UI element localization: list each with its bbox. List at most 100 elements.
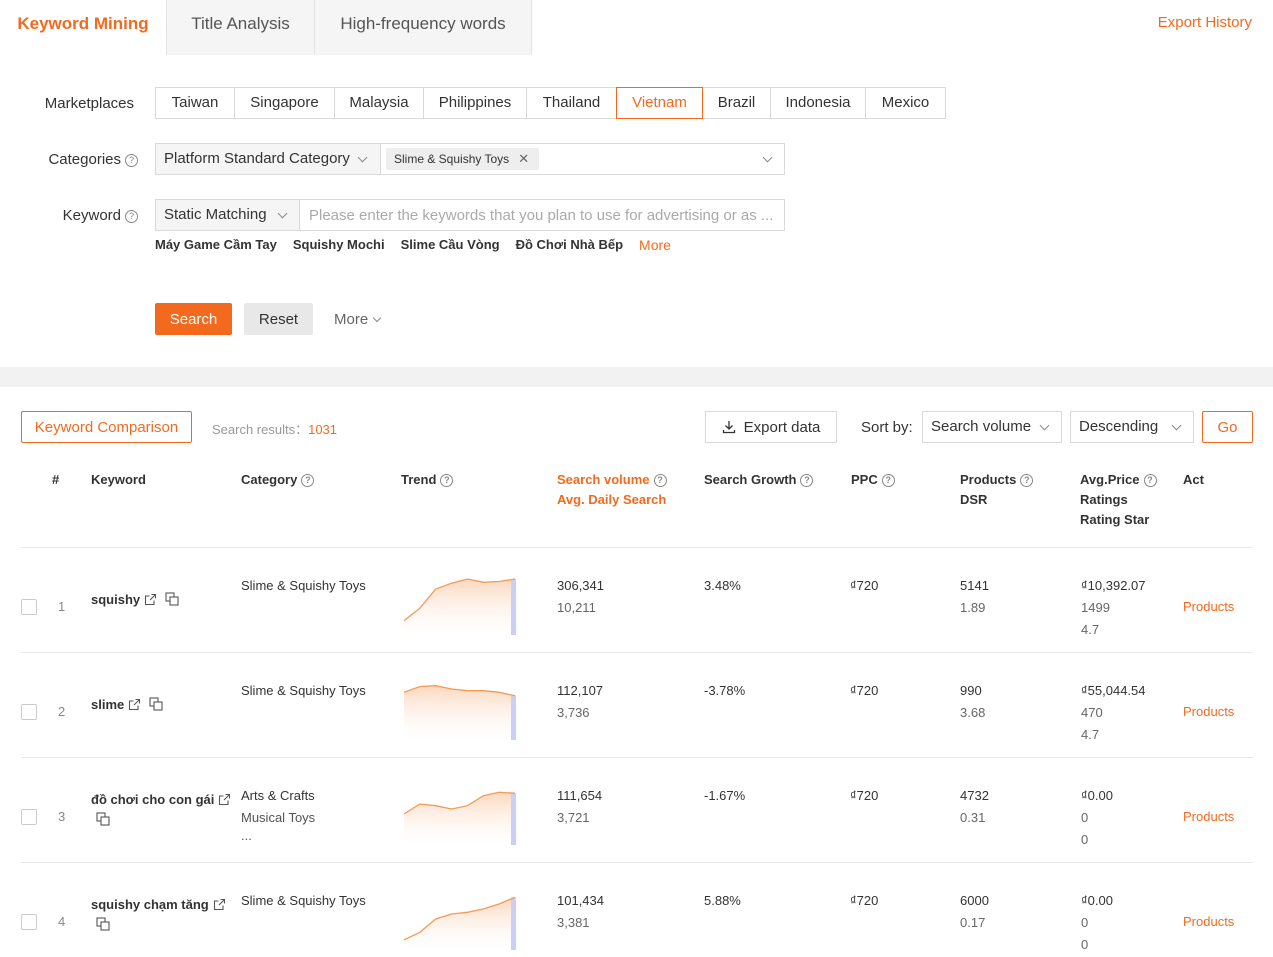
categories-label: Categories? xyxy=(0,151,138,168)
marketplace-mexico[interactable]: Mexico xyxy=(865,87,946,119)
trend-area xyxy=(404,897,515,950)
row-checkbox[interactable] xyxy=(21,809,37,825)
chevron-down-icon[interactable] xyxy=(762,152,773,163)
category-more[interactable]: ... xyxy=(241,829,315,843)
match-type-select[interactable]: Static Matching xyxy=(156,200,300,230)
suggestion-chip[interactable]: Slime Cầu Vòng xyxy=(401,237,500,253)
external-link-icon[interactable] xyxy=(128,698,141,711)
help-icon[interactable]: ? xyxy=(1143,474,1157,487)
col-avg-price[interactable]: Avg.Price? Ratings Rating Star xyxy=(1080,470,1157,530)
keyword-text: slime xyxy=(91,697,125,712)
keyword-comparison-button[interactable]: Keyword Comparison xyxy=(21,411,192,443)
products-link[interactable]: Products xyxy=(1183,599,1234,614)
search-volume-cell: 101,434 3,381 xyxy=(557,890,604,934)
marketplace-malaysia[interactable]: Malaysia xyxy=(334,87,424,119)
more-filters-toggle[interactable]: More xyxy=(334,311,382,328)
col-products[interactable]: Products? DSR xyxy=(960,470,1034,510)
col-products-label: Products xyxy=(960,472,1017,487)
col-ppc[interactable]: PPC? xyxy=(851,470,895,490)
col-trend[interactable]: Trend? xyxy=(401,470,454,490)
products-count: 990 xyxy=(960,683,982,698)
export-history-link[interactable]: Export History xyxy=(1158,14,1252,31)
category-type-select[interactable]: Platform Standard Category xyxy=(156,144,381,174)
products-cell: 6000 0.17 xyxy=(960,890,989,934)
products-link[interactable]: Products xyxy=(1183,914,1234,929)
help-icon[interactable]: ? xyxy=(125,154,138,167)
table-row: 3 đồ chơi cho con gái Arts & Crafts Music… xyxy=(0,765,1273,870)
marketplace-taiwan[interactable]: Taiwan xyxy=(155,87,235,119)
marketplace-vietnam[interactable]: Vietnam xyxy=(616,87,703,119)
sort-field-select[interactable]: Search volume xyxy=(922,411,1062,443)
go-button[interactable]: Go xyxy=(1202,411,1253,443)
external-link-icon[interactable] xyxy=(144,593,157,606)
col-avg-price-label: Avg.Price xyxy=(1080,472,1140,487)
category-picker: Platform Standard Category Slime & Squis… xyxy=(155,143,785,175)
suggestion-chip[interactable]: Squishy Mochi xyxy=(293,237,385,253)
ratings-count: 470 xyxy=(1081,705,1103,720)
keyword-suggestions: Máy Game Cầm Tay Squishy Mochi Slime Cầu… xyxy=(155,237,687,253)
search-results-count: Search results：1031 xyxy=(212,419,337,438)
keyword-input[interactable] xyxy=(301,200,784,230)
export-data-button[interactable]: Export data xyxy=(705,411,837,443)
help-icon[interactable]: ? xyxy=(653,474,667,487)
col-category[interactable]: Category? xyxy=(241,470,315,490)
marketplace-philippines[interactable]: Philippines xyxy=(423,87,527,119)
keyword-cell: squishy xyxy=(91,590,179,610)
tab-high-frequency-words[interactable]: High-frequency words xyxy=(315,0,532,55)
search-volume: 101,434 xyxy=(557,893,604,908)
row-checkbox[interactable] xyxy=(21,704,37,720)
reset-button[interactable]: Reset xyxy=(244,303,313,335)
col-growth-label: Search Growth xyxy=(704,472,797,487)
search-growth: 3.48% xyxy=(704,578,741,593)
external-link-icon[interactable] xyxy=(213,898,226,911)
row-checkbox[interactable] xyxy=(21,914,37,930)
row-divider xyxy=(21,862,1253,863)
marketplace-singapore[interactable]: Singapore xyxy=(234,87,335,119)
avg-price: ₫0.00 xyxy=(1081,788,1113,803)
help-icon[interactable]: ? xyxy=(440,474,454,487)
col-search-growth[interactable]: Search Growth? xyxy=(704,470,814,490)
col-index: # xyxy=(52,472,60,487)
keyword-text: đồ chơi cho con gái xyxy=(91,792,215,807)
search-growth: -3.78% xyxy=(704,683,746,698)
tab-keyword-mining[interactable]: Keyword Mining xyxy=(0,0,166,55)
products-link[interactable]: Products xyxy=(1183,809,1234,824)
help-icon[interactable]: ? xyxy=(800,474,814,487)
suggestion-chip[interactable]: Đồ Chơi Nhà Bếp xyxy=(516,237,623,253)
help-icon[interactable]: ? xyxy=(301,474,315,487)
row-checkbox[interactable] xyxy=(21,599,37,615)
copy-icon[interactable] xyxy=(96,917,110,931)
rating-star: 0 xyxy=(1081,937,1089,952)
search-growth: -1.67% xyxy=(704,788,746,803)
trend-sparkline xyxy=(404,896,516,950)
price-cell: ₫10,392.07 1499 4.7 xyxy=(1081,575,1146,641)
results-label: Search results： xyxy=(212,422,309,437)
help-icon[interactable]: ? xyxy=(881,474,895,487)
trend-latest-bar xyxy=(511,793,516,845)
suggestions-more-link[interactable]: More xyxy=(639,237,671,253)
help-icon[interactable]: ? xyxy=(1020,474,1034,487)
close-icon[interactable]: ✕ xyxy=(518,148,529,170)
tab-title-analysis[interactable]: Title Analysis xyxy=(166,0,315,55)
sort-order-select[interactable]: Descending xyxy=(1070,411,1194,443)
copy-icon[interactable] xyxy=(149,697,163,711)
trend-area xyxy=(404,792,515,845)
external-link-icon[interactable] xyxy=(218,793,231,806)
copy-icon[interactable] xyxy=(96,812,110,826)
search-button[interactable]: Search xyxy=(155,303,232,335)
sort-by-label: Sort by: xyxy=(861,419,913,436)
col-search-volume[interactable]: Search volume? Avg. Daily Search xyxy=(557,470,667,510)
help-icon[interactable]: ? xyxy=(125,210,138,223)
row-index: 4 xyxy=(58,914,66,929)
suggestion-chip[interactable]: Máy Game Cầm Tay xyxy=(155,237,277,253)
categories-label-text: Categories xyxy=(48,151,121,168)
marketplace-indonesia[interactable]: Indonesia xyxy=(770,87,866,119)
more-filters-label: More xyxy=(334,311,369,328)
rating-star: 0 xyxy=(1081,832,1089,847)
trend-area xyxy=(404,685,515,740)
avg-daily-search: 3,721 xyxy=(557,810,590,825)
marketplace-thailand[interactable]: Thailand xyxy=(526,87,617,119)
copy-icon[interactable] xyxy=(165,592,179,606)
marketplace-brazil[interactable]: Brazil xyxy=(702,87,771,119)
products-link[interactable]: Products xyxy=(1183,704,1234,719)
